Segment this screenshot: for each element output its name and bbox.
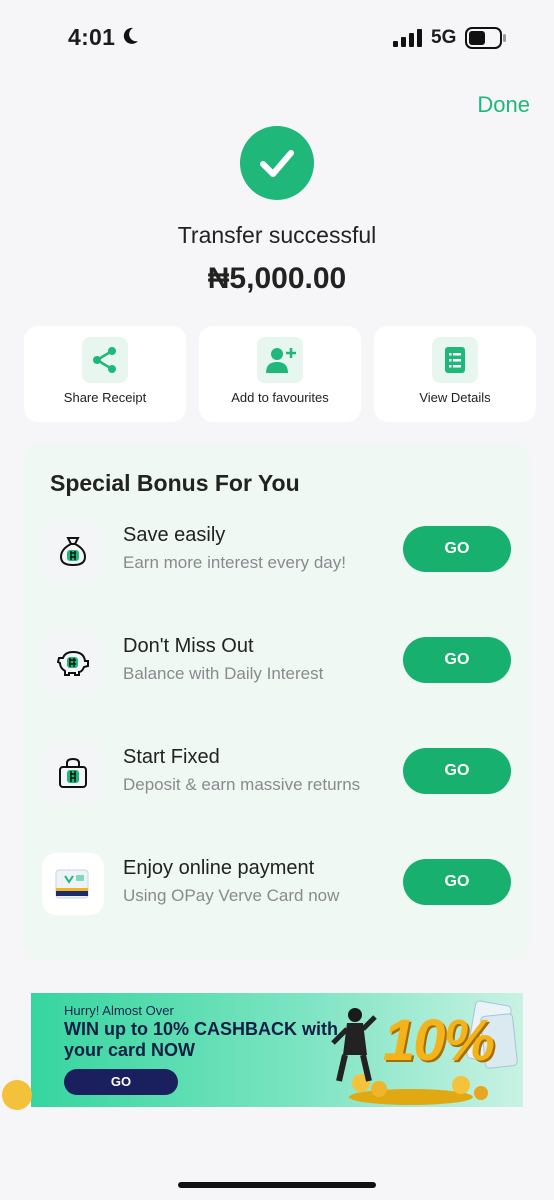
money-bag-icon	[42, 520, 104, 582]
card-icon	[42, 853, 104, 915]
add-to-favourites-label: Add to favourites	[231, 390, 329, 405]
add-user-icon	[257, 337, 303, 383]
banner-kicker: Hurry! Almost Over	[64, 1003, 174, 1018]
bonus-item-subtitle: Earn more interest every day!	[123, 553, 346, 572]
bonus-item-subtitle: Using OPay Verve Card now	[123, 886, 340, 905]
start-fixed-go-button[interactable]: GO	[403, 748, 511, 794]
bonus-item-title: Don't Miss Out	[123, 635, 254, 657]
bonus-item-dont-miss-out: Don't Miss Out Balance with Daily Intere…	[24, 629, 530, 699]
list-details-icon	[432, 337, 478, 383]
cashback-promo-banner[interactable]: Hurry! Almost Over WIN up to 10% CASHBAC…	[31, 993, 523, 1107]
share-icon	[82, 337, 128, 383]
view-details-label: View Details	[419, 390, 491, 405]
success-check-icon	[240, 126, 314, 200]
share-receipt-label: Share Receipt	[63, 390, 147, 405]
transfer-amount: ₦5,000.00	[207, 262, 347, 295]
bonus-item-title: Start Fixed	[123, 746, 220, 768]
dont-miss-out-go-button[interactable]: GO	[403, 637, 511, 683]
lock-bag-icon	[42, 742, 104, 804]
banner-percent-art: 10%	[383, 1008, 495, 1073]
bonus-item-title: Enjoy online payment	[123, 857, 315, 879]
bonus-item-subtitle: Balance with Daily Interest	[123, 664, 324, 683]
coin-decoration-icon	[2, 1080, 32, 1110]
home-indicator[interactable]	[178, 1182, 376, 1188]
bonus-item-title: Save easily	[123, 524, 226, 546]
status-time: 4:01	[68, 24, 116, 50]
bonus-title: Special Bonus For You	[50, 470, 300, 496]
special-bonus-section: Special Bonus For You Save easily Earn m…	[24, 444, 530, 960]
battery-icon	[465, 27, 507, 54]
bonus-item-subtitle: Deposit & earn massive returns	[123, 775, 361, 794]
bonus-item-save-easily: Save easily Earn more interest every day…	[24, 518, 530, 588]
signal-icon	[393, 29, 423, 52]
share-receipt-button[interactable]: Share Receipt	[24, 326, 186, 422]
banner-headline: WIN up to 10% CASHBACK with your card NO…	[64, 1019, 338, 1060]
online-payment-go-button[interactable]: GO	[403, 859, 511, 905]
transfer-status: Transfer successful	[177, 222, 377, 248]
view-details-button[interactable]: View Details	[374, 326, 536, 422]
network-type: 5G	[431, 27, 457, 48]
save-easily-go-button[interactable]: GO	[403, 526, 511, 572]
piggy-bank-icon	[42, 631, 104, 693]
moon-icon	[120, 26, 140, 51]
status-bar: 4:01 5G	[0, 0, 554, 76]
done-button[interactable]: Done	[477, 92, 530, 118]
bonus-item-online-payment: Enjoy online payment Using OPay Verve Ca…	[24, 851, 530, 921]
add-to-favourites-button[interactable]: Add to favourites	[199, 326, 361, 422]
bonus-item-start-fixed: Start Fixed Deposit & earn massive retur…	[24, 740, 530, 810]
banner-go-button[interactable]: GO	[64, 1069, 178, 1095]
